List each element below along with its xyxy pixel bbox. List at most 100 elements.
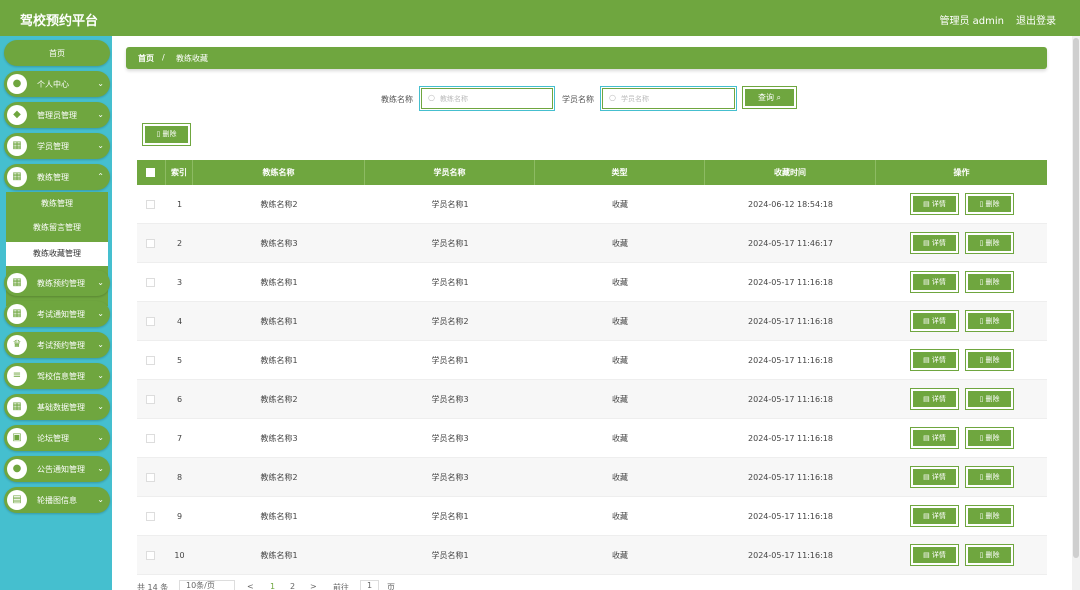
sidebar-item-home[interactable]: 首页 [4,40,110,66]
page-scrollbar[interactable] [1072,36,1080,590]
sidebar-item-coach-booking[interactable]: ▦ 教练预约管理 ⌄ [4,270,110,296]
batch-delete-button[interactable]: ▯ 删除 [142,123,191,146]
sidebar-item-label: 教练管理 [37,173,69,182]
detail-button[interactable]: ▤ 详情 [910,544,959,566]
row-checkbox[interactable] [146,239,155,248]
delete-button[interactable]: ▯ 删除 [965,427,1014,449]
select-all-checkbox[interactable] [146,168,155,177]
detail-button[interactable]: ▤ 详情 [910,427,959,449]
student-name-input[interactable]: ○ 学员名称 [600,86,737,111]
detail-label: 详情 [931,278,946,286]
sidebar-item-label: 考试预约管理 [37,341,85,350]
chevron-down-icon: ⌄ [97,402,104,411]
sidebar-item-carousel[interactable]: ▤ 轮播图信息 ⌄ [4,487,110,513]
chevron-down-icon: ⌄ [97,79,104,88]
page-size-select[interactable]: 10条/页 [179,580,235,590]
sidebar-item-school-info[interactable]: ≡ 驾校信息管理 ⌄ [4,363,110,389]
row-checkbox[interactable] [146,200,155,209]
delete-label: 删除 [985,512,1000,520]
query-button[interactable]: 查询 ⌕ [742,86,797,109]
sidebar-item-exam-booking[interactable]: ♛ 考试预约管理 ⌄ [4,332,110,358]
page-1-button[interactable]: 1 [270,582,275,590]
prev-page-button[interactable]: < [247,582,254,590]
page-2-button[interactable]: 2 [290,582,295,590]
sidebar-item-forum[interactable]: ▣ 论坛管理 ⌄ [4,425,110,451]
goto-label: 前往 [333,583,349,590]
delete-button[interactable]: ▯ 删除 [965,310,1014,332]
delete-label: 删除 [985,395,1000,403]
delete-button[interactable]: ▯ 删除 [965,193,1014,215]
student-name-label: 学员名称 [562,95,594,104]
cell-type: 收藏 [612,278,628,287]
delete-button[interactable]: ▯ 删除 [965,349,1014,371]
row-checkbox[interactable] [146,356,155,365]
cell-student-name: 学员名称3 [431,434,469,443]
cell-type: 收藏 [612,395,628,404]
scrollbar-thumb[interactable] [1073,38,1079,558]
row-checkbox[interactable] [146,512,155,521]
detail-button[interactable]: ▤ 详情 [910,349,959,371]
coach-name-label: 教练名称 [381,95,413,104]
detail-button[interactable]: ▤ 详情 [910,466,959,488]
delete-button[interactable]: ▯ 删除 [965,388,1014,410]
sidebar-item-label: 学员管理 [37,142,69,151]
sidebar-item-exam-notice[interactable]: ▦ 考试通知管理 ⌄ [4,301,110,327]
current-user: 管理员 admin [939,16,1004,27]
grid-icon: ▦ [7,304,27,324]
cell-type: 收藏 [612,434,628,443]
table-row: 9 教练名称1 学员名称1 收藏 2024-05-17 11:16:18 ▤ 详情 ▯ 删除 [137,497,1047,536]
main-content: 首页 / 教练收藏 教练名称 ○ 教练名称 学员名称 ○ 学员名称 查询 ⌕ ▯… [112,36,1080,590]
detail-button[interactable]: ▤ 详情 [910,310,959,332]
sidebar-item-admins[interactable]: ◆ 管理员管理 ⌄ [4,102,110,128]
detail-button[interactable]: ▤ 详情 [910,193,959,215]
breadcrumb-home[interactable]: 首页 [138,53,154,64]
sidebar-item-label: 公告通知管理 [37,465,85,474]
delete-button[interactable]: ▯ 删除 [965,271,1014,293]
next-page-button[interactable]: > [310,582,317,590]
sidebar-item-label: 轮播图信息 [37,496,77,505]
cell-index: 3 [176,278,183,287]
row-checkbox[interactable] [146,473,155,482]
delete-label: 删除 [985,473,1000,481]
row-checkbox[interactable] [146,434,155,443]
delete-button[interactable]: ▯ 删除 [965,466,1014,488]
delete-button[interactable]: ▯ 删除 [965,505,1014,527]
row-checkbox[interactable] [146,278,155,287]
detail-button[interactable]: ▤ 详情 [910,271,959,293]
submenu-item-coach-favorites[interactable]: 教练收藏管理 [6,242,108,266]
sidebar-item-coaches[interactable]: ▦ 教练管理 ⌃ [4,164,110,190]
detail-button[interactable]: ▤ 详情 [910,505,959,527]
row-checkbox[interactable] [146,551,155,560]
cell-type: 收藏 [612,317,628,326]
cell-student-name: 学员名称1 [431,278,469,287]
row-checkbox[interactable] [146,395,155,404]
sidebar-item-announcements[interactable]: ● 公告通知管理 ⌄ [4,456,110,482]
trophy-icon: ♛ [7,335,27,355]
chevron-down-icon: ⌄ [97,495,104,504]
delete-button[interactable]: ▯ 删除 [965,232,1014,254]
submenu-item-coach-manage[interactable]: 教练管理 [6,192,108,216]
detail-label: 详情 [931,434,946,442]
delete-button[interactable]: ▯ 删除 [965,544,1014,566]
pager-total: 共 14 条 [137,583,169,590]
sidebar: 首页 ● 个人中心 ⌄ ◆ 管理员管理 ⌄ ▦ 学员管理 ⌄ ▦ 教练管理 ⌃ … [0,36,112,590]
goto-page-input[interactable]: 1 [360,580,380,590]
cell-index: 4 [176,317,183,326]
page-unit-label: 页 [387,583,395,590]
submenu-item-coach-messages[interactable]: 教练留言管理 [6,216,108,240]
chevron-down-icon: ⌄ [97,278,104,287]
detail-button[interactable]: ▤ 详情 [910,388,959,410]
sidebar-item-students[interactable]: ▦ 学员管理 ⌄ [4,133,110,159]
search-icon: ○ [428,93,435,102]
row-checkbox[interactable] [146,317,155,326]
cell-coach-name: 教练名称1 [260,551,298,560]
sidebar-item-basic-data[interactable]: ▦ 基础数据管理 ⌄ [4,394,110,420]
cell-type: 收藏 [612,200,628,209]
coach-name-input[interactable]: ○ 教练名称 [419,86,555,111]
logout-link[interactable]: 退出登录 [1016,12,1056,27]
detail-button[interactable]: ▤ 详情 [910,232,959,254]
doc-icon: ▤ [923,239,932,247]
cell-index: 10 [174,551,185,560]
grid-icon: ▦ [7,397,27,417]
sidebar-item-profile[interactable]: ● 个人中心 ⌄ [4,71,110,97]
